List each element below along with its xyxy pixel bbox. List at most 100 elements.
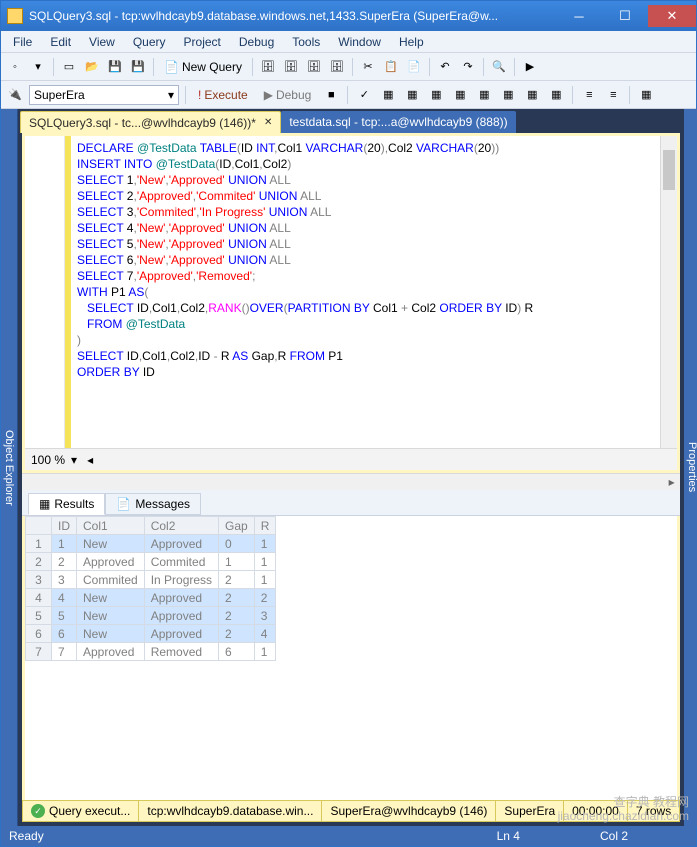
new-file-icon[interactable]: ▭	[59, 57, 79, 77]
results-grid[interactable]: IDCol1Col2GapR11NewApproved0122ApprovedC…	[22, 516, 680, 800]
col-header[interactable]: Col1	[77, 517, 145, 535]
debug-button[interactable]: ▶ Debug	[258, 88, 318, 102]
col-header[interactable]: ID	[52, 517, 77, 535]
cell[interactable]: Approved	[144, 589, 218, 607]
col-header[interactable]: Gap	[219, 517, 255, 535]
save-icon[interactable]: 💾	[105, 57, 125, 77]
menu-window[interactable]: Window	[330, 33, 389, 51]
zoom-value[interactable]: 100 %	[31, 453, 65, 467]
cell[interactable]: 2	[52, 553, 77, 571]
table-row[interactable]: 66NewApproved24	[26, 625, 276, 643]
col-header[interactable]	[26, 517, 52, 535]
undo-icon[interactable]: ↶	[435, 57, 455, 77]
cell[interactable]: 6	[52, 625, 77, 643]
db-icon[interactable]: 🗄	[258, 57, 278, 77]
cell[interactable]: Approved	[77, 643, 145, 661]
cell[interactable]: 1	[26, 535, 52, 553]
menu-project[interactable]: Project	[176, 33, 229, 51]
indent-icon[interactable]: ≡	[579, 85, 599, 105]
cell[interactable]: 1	[254, 571, 276, 589]
redo-icon[interactable]: ↷	[458, 57, 478, 77]
horizontal-scrollbar[interactable]: ▸	[22, 473, 680, 490]
cell[interactable]: New	[77, 589, 145, 607]
cell[interactable]: 1	[52, 535, 77, 553]
close-button[interactable]: ✕	[648, 5, 696, 27]
cell[interactable]: Removed	[144, 643, 218, 661]
tab-close-icon[interactable]: ✕	[264, 117, 272, 128]
cell[interactable]: 7	[52, 643, 77, 661]
opt1-icon[interactable]: ▦	[402, 85, 422, 105]
tab-sqlquery3[interactable]: SQLQuery3.sql - tc...@wvlhdcayb9 (146))*…	[20, 111, 281, 133]
cell[interactable]: 2	[26, 553, 52, 571]
new-query-button[interactable]: 📄 New Query	[159, 59, 247, 75]
cell[interactable]: 7	[26, 643, 52, 661]
tab-testdata[interactable]: testdata.sql - tcp:...a@wvlhdcayb9 (888)…	[281, 111, 515, 133]
hscroll-right-icon[interactable]: ▸	[663, 475, 680, 490]
connect-icon[interactable]: 🔌	[5, 85, 25, 105]
cell[interactable]: Approved	[144, 625, 218, 643]
vertical-scrollbar[interactable]	[660, 136, 677, 448]
parse-icon[interactable]: ✓	[354, 85, 374, 105]
opt4-icon[interactable]: ▦	[474, 85, 494, 105]
menu-file[interactable]: File	[5, 33, 40, 51]
cell[interactable]: 4	[26, 589, 52, 607]
cell[interactable]: Commited	[77, 571, 145, 589]
opt6-icon[interactable]: ▦	[522, 85, 542, 105]
cell[interactable]: New	[77, 535, 145, 553]
open-icon[interactable]: 📂	[82, 57, 102, 77]
table-row[interactable]: 22ApprovedCommited11	[26, 553, 276, 571]
opt2-icon[interactable]: ▦	[426, 85, 446, 105]
cell[interactable]: 2	[219, 625, 255, 643]
opt3-icon[interactable]: ▦	[450, 85, 470, 105]
save-all-icon[interactable]: 💾	[128, 57, 148, 77]
comment-icon[interactable]: ▦	[636, 85, 656, 105]
menu-help[interactable]: Help	[391, 33, 432, 51]
messages-tab[interactable]: 📄 Messages	[105, 493, 201, 515]
db-icon2[interactable]: 🗄	[281, 57, 301, 77]
opt5-icon[interactable]: ▦	[498, 85, 518, 105]
properties-tab[interactable]: Properties	[684, 109, 697, 826]
cell[interactable]: Approved	[144, 607, 218, 625]
db-icon3[interactable]: 🗄	[304, 57, 324, 77]
sql-editor[interactable]: DECLARE @TestData TABLE(ID INT,Col1 VARC…	[25, 136, 677, 448]
col-header[interactable]: R	[254, 517, 276, 535]
nav-back-icon[interactable]: ◦	[5, 57, 25, 77]
stop-icon[interactable]: ■	[321, 85, 341, 105]
cell[interactable]: 0	[219, 535, 255, 553]
cell[interactable]: Approved	[144, 535, 218, 553]
cell[interactable]: 4	[254, 625, 276, 643]
cell[interactable]: New	[77, 607, 145, 625]
cell[interactable]: 2	[219, 607, 255, 625]
cell[interactable]: Approved	[77, 553, 145, 571]
cell[interactable]: 1	[254, 643, 276, 661]
table-row[interactable]: 11NewApproved01	[26, 535, 276, 553]
cell[interactable]: 1	[254, 535, 276, 553]
outdent-icon[interactable]: ≡	[603, 85, 623, 105]
menu-tools[interactable]: Tools	[284, 33, 328, 51]
execute-button[interactable]: ! Execute	[192, 88, 254, 102]
results-tab[interactable]: ▦ Results	[28, 493, 105, 515]
cell[interactable]: 3	[52, 571, 77, 589]
minimize-button[interactable]: ─	[556, 5, 602, 27]
cell[interactable]: 6	[219, 643, 255, 661]
cell[interactable]: 6	[26, 625, 52, 643]
cell[interactable]: Commited	[144, 553, 218, 571]
db-icon4[interactable]: 🗄	[327, 57, 347, 77]
cell[interactable]: New	[77, 625, 145, 643]
cell[interactable]: 2	[219, 571, 255, 589]
menu-view[interactable]: View	[81, 33, 123, 51]
plan-icon[interactable]: ▦	[378, 85, 398, 105]
cell[interactable]: 5	[26, 607, 52, 625]
cut-icon[interactable]: ✂	[358, 57, 378, 77]
object-explorer-tab[interactable]: Object Explorer	[1, 109, 18, 826]
cell[interactable]: 3	[254, 607, 276, 625]
menu-debug[interactable]: Debug	[231, 33, 282, 51]
database-selector[interactable]: SuperEra ▾	[29, 85, 179, 105]
cell[interactable]: 1	[219, 553, 255, 571]
play-icon[interactable]: ▶	[520, 57, 540, 77]
table-row[interactable]: 33CommitedIn Progress21	[26, 571, 276, 589]
cell[interactable]: 4	[52, 589, 77, 607]
maximize-button[interactable]: ☐	[602, 5, 648, 27]
find-icon[interactable]: 🔍	[489, 57, 509, 77]
cell[interactable]: 2	[254, 589, 276, 607]
